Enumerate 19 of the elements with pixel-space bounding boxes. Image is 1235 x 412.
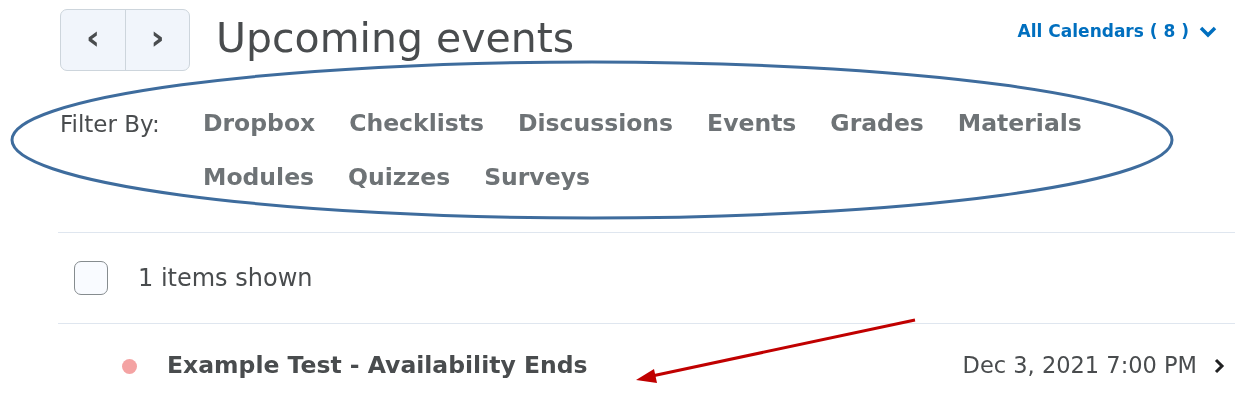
items-count: 1 items shown xyxy=(138,263,313,294)
filter-option[interactable]: Checklists xyxy=(349,102,484,146)
calendar-dropdown[interactable]: All Calendars ( 8 ) xyxy=(1017,19,1217,45)
filter-option[interactable]: Materials xyxy=(957,102,1082,146)
nav-button[interactable]: ‹ xyxy=(61,9,125,70)
filter-option[interactable]: Quizzes xyxy=(348,156,451,200)
filter-option[interactable]: Grades xyxy=(830,102,924,146)
chevron-right-icon[interactable] xyxy=(1213,357,1225,375)
select-all-checkbox[interactable] xyxy=(74,261,108,295)
filter-option[interactable]: Dropbox xyxy=(203,102,316,146)
filter-option[interactable]: Events xyxy=(707,102,797,146)
page-title: Upcoming events xyxy=(216,12,575,64)
nav-button[interactable]: › xyxy=(125,9,189,70)
event-title[interactable]: Example Test - Availability Ends xyxy=(167,348,588,384)
filter-label: Filter By: xyxy=(60,110,161,139)
filter-option[interactable]: Discussions xyxy=(518,102,674,146)
filter-option[interactable]: Modules xyxy=(203,156,315,200)
filter-option[interactable]: Surveys xyxy=(484,156,590,200)
event-date: Dec 3, 2021 7:00 PM xyxy=(962,351,1197,381)
